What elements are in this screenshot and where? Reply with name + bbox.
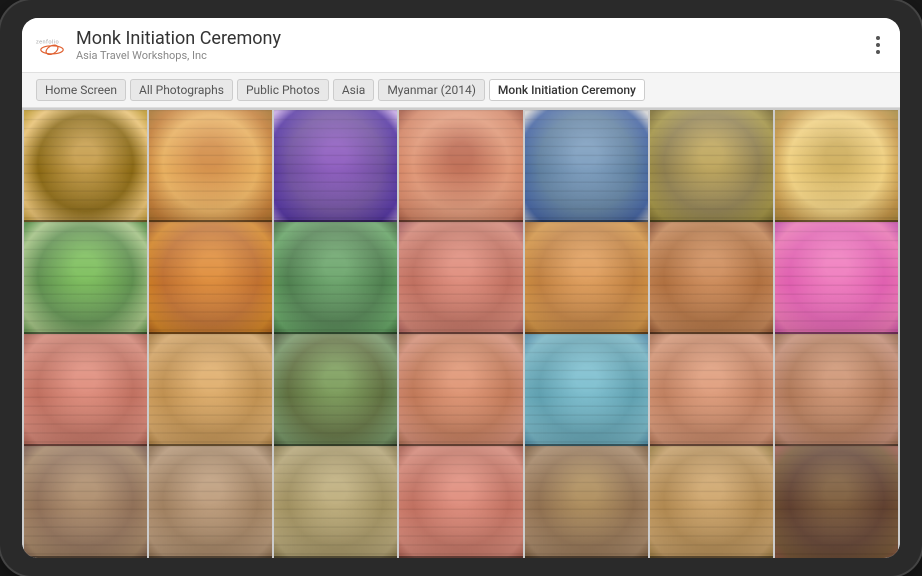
more-options-button[interactable] [870, 30, 886, 60]
photo-thumbnail[interactable]: Bagan [650, 110, 773, 233]
zenfolio-logo-icon: zenfolio [36, 35, 68, 55]
photo-thumbnail[interactable]: Bagan [149, 446, 272, 558]
page-subtitle: Asia Travel Workshops, Inc [76, 49, 281, 62]
photo-image [775, 110, 898, 233]
photo-thumbnail[interactable]: Bagan [24, 446, 147, 558]
photo-image [775, 222, 898, 345]
photo-thumbnail[interactable]: Bagan [399, 446, 522, 558]
photo-image [149, 446, 272, 558]
photo-image [399, 446, 522, 558]
photo-thumbnail[interactable]: Bagan [274, 334, 397, 457]
photo-image [24, 222, 147, 345]
photo-thumbnail[interactable]: Bagan [650, 334, 773, 457]
photo-thumbnail[interactable]: Bagan [525, 446, 648, 558]
photo-thumbnail[interactable]: Bagan [525, 222, 648, 345]
photo-image [399, 334, 522, 457]
photo-image [650, 334, 773, 457]
breadcrumb-item[interactable]: All Photographs [130, 79, 233, 101]
photo-image [525, 222, 648, 345]
photo-image [274, 222, 397, 345]
photo-thumbnail[interactable]: Bagan [149, 110, 272, 233]
photo-image [399, 110, 522, 233]
photo-thumbnail[interactable]: Bagan [274, 446, 397, 558]
photo-image [24, 334, 147, 457]
photo-thumbnail[interactable]: Bagan [650, 222, 773, 345]
photo-location-label: Bagan [525, 556, 648, 558]
photo-thumbnail[interactable]: Bagan [525, 334, 648, 457]
photo-location-label: Bagan [149, 556, 272, 558]
photo-image [650, 222, 773, 345]
breadcrumb-item[interactable]: Asia [333, 79, 374, 101]
photo-location-label: Bagan [274, 556, 397, 558]
photo-thumbnail[interactable]: Bagan [525, 110, 648, 233]
photo-image [525, 110, 648, 233]
photo-location-label: Bagan [399, 556, 522, 558]
photo-thumbnail[interactable]: Bagan [274, 222, 397, 345]
breadcrumb-item[interactable]: Myanmar (2014) [378, 79, 485, 101]
app-header: zenfolio Monk Initiation Ceremony Asia T… [22, 18, 900, 73]
photo-image [274, 110, 397, 233]
photo-thumbnail[interactable]: Bagan [274, 110, 397, 233]
photo-thumbnail[interactable]: Bagan [650, 446, 773, 558]
photo-image [149, 222, 272, 345]
breadcrumb-item[interactable]: Monk Initiation Ceremony [489, 79, 645, 101]
photo-thumbnail[interactable]: Bagan [775, 334, 898, 457]
photo-thumbnail[interactable]: Bagan [399, 110, 522, 233]
photo-image [525, 446, 648, 558]
photo-image [24, 446, 147, 558]
logo-area: zenfolio Monk Initiation Ceremony Asia T… [36, 28, 870, 62]
photo-image [525, 334, 648, 457]
photo-image [399, 222, 522, 345]
breadcrumb-item[interactable]: Public Photos [237, 79, 329, 101]
zenfolio-logo: zenfolio [36, 35, 68, 55]
photo-image [775, 446, 898, 558]
photo-thumbnail[interactable]: Bagan [149, 222, 272, 345]
photo-thumbnail[interactable]: Bagan [24, 110, 147, 233]
photo-image [650, 110, 773, 233]
photo-grid: BaganBaganBaganBaganBaganBaganBaganBagan… [22, 108, 900, 558]
photo-thumbnail[interactable]: Bagan [775, 110, 898, 233]
dot-3 [876, 50, 880, 54]
svg-text:zenfolio: zenfolio [36, 38, 59, 45]
photo-location-label: Bagan [24, 556, 147, 558]
breadcrumb: Home ScreenAll PhotographsPublic PhotosA… [22, 73, 900, 108]
photo-image [775, 334, 898, 457]
tablet-screen: zenfolio Monk Initiation Ceremony Asia T… [22, 18, 900, 558]
tablet-frame: zenfolio Monk Initiation Ceremony Asia T… [0, 0, 922, 576]
photo-thumbnail[interactable]: Bagan [24, 222, 147, 345]
header-title-area: Monk Initiation Ceremony Asia Travel Wor… [76, 28, 281, 62]
page-title: Monk Initiation Ceremony [76, 28, 281, 49]
photo-thumbnail[interactable]: Bagan [149, 334, 272, 457]
dot-2 [876, 43, 880, 47]
dot-1 [876, 36, 880, 40]
photo-image [650, 446, 773, 558]
photo-thumbnail[interactable] [775, 446, 898, 558]
photo-location-label: Bagan [650, 556, 773, 558]
photo-image [24, 110, 147, 233]
photo-thumbnail[interactable]: Bagan [399, 222, 522, 345]
photo-image [149, 334, 272, 457]
photo-image [274, 446, 397, 558]
photo-thumbnail[interactable]: Bagan [399, 334, 522, 457]
photo-thumbnail[interactable]: Bagan [24, 334, 147, 457]
photo-image [149, 110, 272, 233]
breadcrumb-item[interactable]: Home Screen [36, 79, 126, 101]
photo-image [274, 334, 397, 457]
photo-thumbnail[interactable]: Bagan [775, 222, 898, 345]
